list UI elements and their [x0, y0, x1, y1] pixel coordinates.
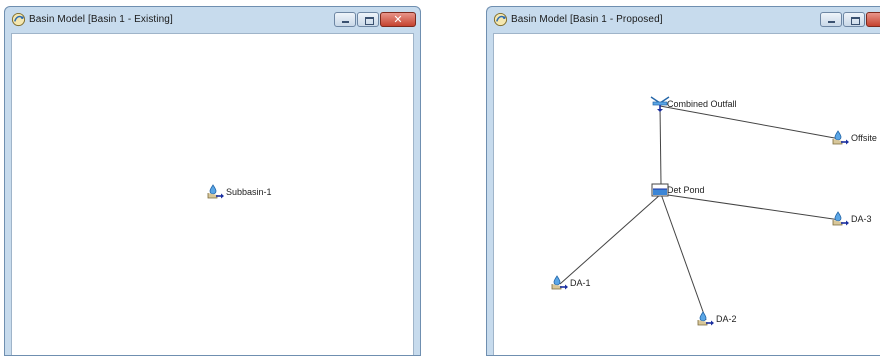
window-title: Basin Model [Basin 1 - Existing] [29, 14, 173, 25]
node-label: Det Pond [667, 185, 705, 195]
window-controls: ✕ [819, 12, 880, 28]
basin-model-window-proposed: Basin Model [Basin 1 - Proposed] ✕ Combi… [486, 6, 880, 356]
minimize-icon [828, 21, 835, 23]
node-label: Combined Outfall [667, 99, 737, 109]
node-da-2[interactable]: DA-2 [697, 311, 737, 327]
node-label: Subbasin-1 [226, 187, 272, 197]
app-icon [493, 12, 508, 27]
node-label: Offsite [851, 133, 877, 143]
minimize-icon [342, 21, 349, 23]
subbasin-icon [832, 211, 850, 227]
minimize-button[interactable] [334, 12, 356, 27]
link-da2-to-detpond[interactable] [660, 193, 707, 321]
maximize-button[interactable] [357, 12, 379, 27]
close-button[interactable]: ✕ [866, 12, 880, 27]
title-bar[interactable]: Basin Model [Basin 1 - Proposed] ✕ [487, 7, 880, 33]
link-da3-to-detpond[interactable] [660, 193, 841, 221]
node-subbasin-1[interactable]: Subbasin-1 [207, 184, 272, 200]
maximize-icon [851, 17, 860, 25]
title-bar[interactable]: Basin Model [Basin 1 - Existing] ✕ [5, 7, 420, 33]
link-lines [559, 105, 841, 321]
basin-canvas[interactable]: Subbasin-1 [11, 33, 414, 355]
subbasin-icon [207, 184, 225, 200]
link-detpond-to-outfall[interactable] [659, 105, 662, 185]
subbasin-icon [832, 130, 850, 146]
close-icon: ✕ [393, 14, 403, 26]
minimize-button[interactable] [820, 12, 842, 27]
link-da1-to-detpond[interactable] [559, 193, 662, 285]
close-icon: ✕ [867, 13, 880, 26]
node-label: DA-3 [851, 214, 872, 224]
node-label: DA-1 [570, 278, 591, 288]
node-offsite[interactable]: Offsite [832, 130, 877, 146]
node-da-1[interactable]: DA-1 [551, 275, 591, 291]
node-det-pond[interactable]: Det Pond [651, 183, 705, 197]
basin-canvas[interactable]: Combined Outfall Offsite Det Pond DA-3 D… [493, 33, 880, 355]
window-title: Basin Model [Basin 1 - Proposed] [511, 14, 663, 25]
node-da-3[interactable]: DA-3 [832, 211, 872, 227]
maximize-button[interactable] [843, 12, 865, 27]
maximize-icon [365, 17, 374, 25]
node-combined-outfall[interactable]: Combined Outfall [650, 96, 737, 112]
close-button[interactable]: ✕ [380, 12, 416, 27]
window-controls: ✕ [333, 12, 416, 28]
basin-model-window-existing: Basin Model [Basin 1 - Existing] ✕ Subba… [4, 6, 421, 356]
subbasin-icon [551, 275, 569, 291]
subbasin-icon [697, 311, 715, 327]
app-icon [11, 12, 26, 27]
node-label: DA-2 [716, 314, 737, 324]
